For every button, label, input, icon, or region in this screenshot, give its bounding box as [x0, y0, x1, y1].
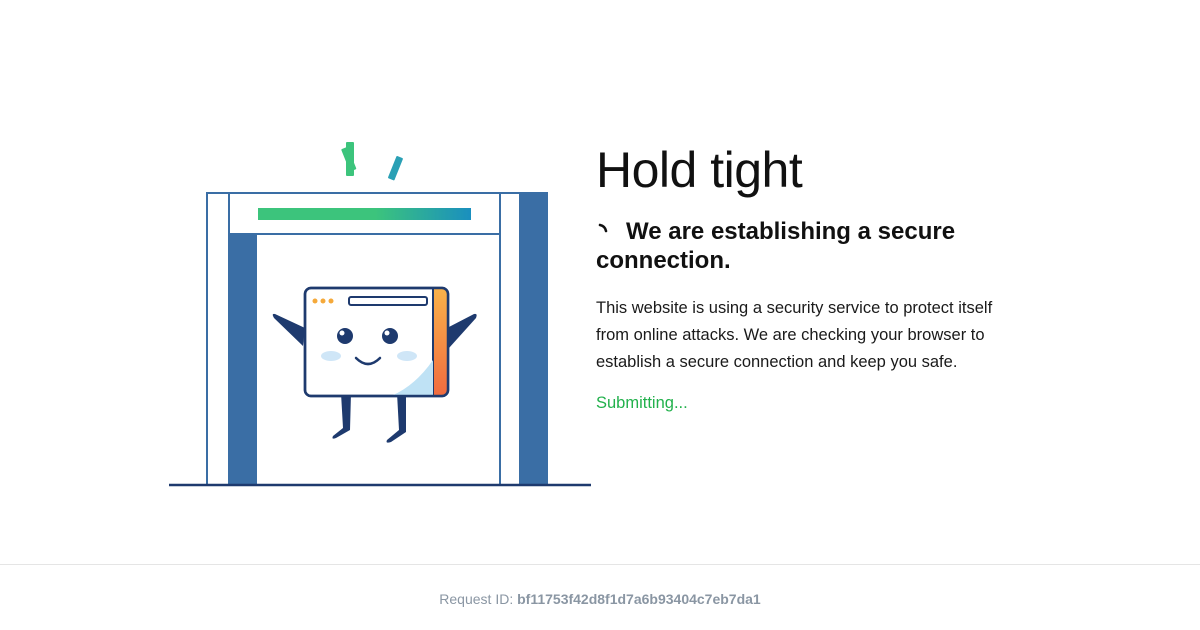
browser-character-icon	[272, 286, 477, 443]
signal-marks-icon	[341, 142, 403, 181]
security-description: This website is using a security service…	[596, 299, 993, 371]
request-id-label: Request ID:	[439, 591, 514, 607]
status-heading-text: We are establishing a secure connection.	[596, 218, 956, 274]
loading-spinner-icon	[598, 223, 608, 233]
main-content: Hold tight We are establishing a secure …	[596, 142, 1016, 414]
page: Hold tight We are establishing a secure …	[0, 0, 1200, 630]
request-id-line: Request ID: bf11753f42d8f1d7a6b93404c7eb…	[0, 591, 1200, 607]
footer: Request ID: bf11753f42d8f1d7a6b93404c7eb…	[0, 564, 1200, 630]
status-heading: We are establishing a secure connection.	[596, 217, 1016, 275]
page-title: Hold tight	[596, 142, 803, 198]
security-gate-illustration	[169, 142, 591, 487]
submit-status: Submitting...	[596, 394, 688, 412]
request-id-value: bf11753f42d8f1d7a6b93404c7eb7da1	[517, 591, 761, 607]
